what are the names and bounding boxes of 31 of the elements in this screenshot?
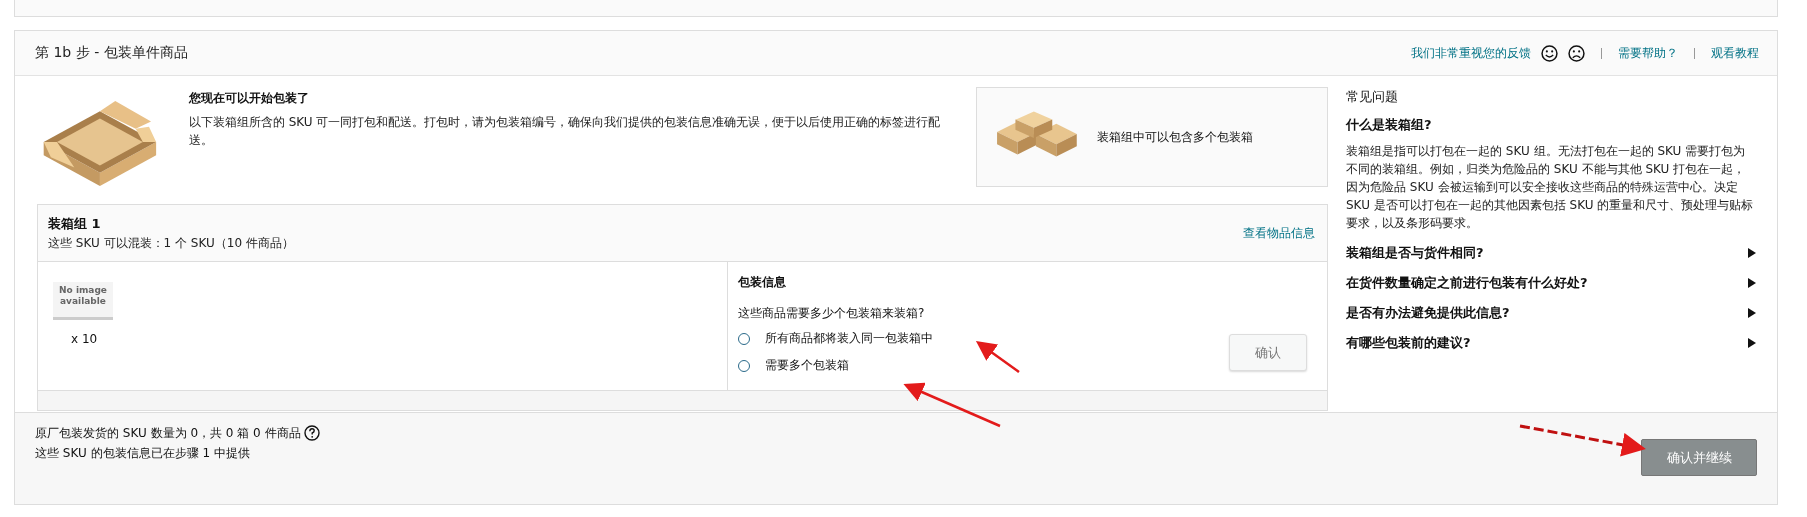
sku-summary: 原厂包装发货的 SKU 数量为 0，共 0 箱 0 件商品 bbox=[35, 425, 301, 442]
product-thumbnail: No image available bbox=[53, 282, 113, 320]
caret-icon[interactable] bbox=[1748, 308, 1756, 318]
quantity-text: x 10 bbox=[71, 332, 99, 346]
packing-info-title: 包装信息 bbox=[738, 274, 787, 291]
tip-text: 装箱组中可以包含多个包装箱 bbox=[1096, 128, 1253, 146]
faq-question[interactable]: 是否有办法避免提供此信息? bbox=[1346, 304, 1756, 322]
faq-question[interactable]: 有哪些包装前的建议? bbox=[1346, 334, 1756, 352]
faq-question[interactable]: 装箱组是否与货件相同? bbox=[1346, 244, 1756, 262]
group-subtitle: 这些 SKU 可以混装：1 个 SKU（10 件商品） bbox=[48, 234, 294, 252]
intro-heading: 您现在可以开始包装了 bbox=[188, 90, 310, 107]
faq-answer: 装箱组是指可以打包在一起的 SKU 组。无法打包在一起的 SKU 需要打包为不同的装箱组。例如，归类为危险品的 SKU 不能与其他 SKU 打包在一起，因为危险品 SKU 会被运输到可以安全接收这些商品的特殊运营中心。决定 SKU 是否可以打包在一起的其他因素包括 SKU 的重量和尺寸、预处理与贴标要求，以及条形码要求。 bbox=[1346, 143, 1755, 232]
caret-icon[interactable] bbox=[1748, 248, 1756, 258]
footer-note: 这些 SKU 的包装信息已在步骤 1 中提供 bbox=[35, 445, 251, 462]
item-info-link[interactable]: 查看物品信息 bbox=[1243, 224, 1315, 242]
packing-question: 这些商品需要多少个包装箱来装箱? bbox=[738, 305, 926, 322]
faq-question[interactable]: 在货件数量确定之前进行包装有什么好处? bbox=[1346, 274, 1756, 292]
help-icon[interactable] bbox=[303, 425, 320, 441]
group-title: 装箱组 1 bbox=[48, 214, 102, 233]
caret-icon[interactable] bbox=[1748, 338, 1756, 348]
annotation-arrow bbox=[975, 341, 1020, 373]
faq-title: 常见问题 bbox=[1346, 88, 1399, 106]
step-title: 第 1b 步 - 包装单件商品 bbox=[35, 44, 188, 62]
faq-question[interactable]: 什么是装箱组? bbox=[1346, 116, 1756, 134]
frown-icon[interactable] bbox=[1568, 44, 1585, 62]
header-link[interactable]: 需要帮助？ bbox=[1618, 44, 1678, 62]
caret-icon[interactable] bbox=[1748, 278, 1756, 288]
intro-text: 以下装箱组所含的 SKU 可一同打包和配送。打包时，请为包装箱编号，确保向我们提供的包装信息准确无误，便于以后使用正确的标签进行配送。 bbox=[188, 114, 942, 149]
header-link[interactable]: 我们非常重视您的反馈 bbox=[1411, 44, 1531, 62]
header-link[interactable]: 观看教程 bbox=[1711, 44, 1759, 62]
smiley-icon[interactable] bbox=[1541, 44, 1558, 62]
